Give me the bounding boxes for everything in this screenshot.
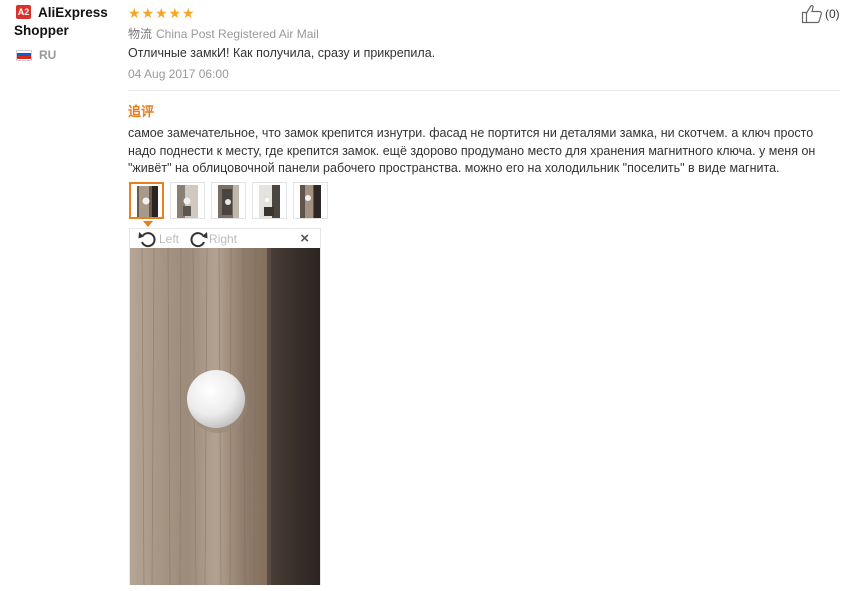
photo-thumbnail[interactable] — [293, 182, 328, 219]
photo-thumbnail[interactable] — [211, 182, 246, 219]
divider — [128, 90, 840, 91]
followup-title: 追评 — [128, 104, 155, 119]
helpful-count: (0) — [825, 7, 840, 21]
russia-flag-icon — [16, 49, 32, 61]
buyer-level-badge: A2 — [16, 5, 31, 19]
thumbnail-image — [300, 185, 321, 218]
close-icon[interactable]: × — [300, 230, 309, 247]
rotate-left-icon — [138, 231, 156, 247]
thumbnail-image — [218, 185, 239, 218]
photo-image — [130, 248, 320, 585]
reviewer-info: A2 AliExpress Shopper RU — [14, 4, 126, 62]
thumbnail-image — [177, 185, 198, 218]
rotate-right-icon — [190, 231, 208, 247]
photo-thumbnails — [129, 182, 334, 219]
star-icon: ★ — [182, 5, 195, 21]
star-icon: ★ — [141, 5, 155, 21]
photo-viewer: Left Right × — [129, 228, 321, 585]
review-photo — [130, 248, 320, 585]
thumbs-up-icon — [801, 5, 823, 24]
rotate-right-button[interactable]: Right — [188, 230, 237, 248]
rotate-left-button[interactable]: Left — [138, 230, 179, 248]
followup-text: самое замечательное, что замок крепится … — [128, 126, 816, 175]
country-code: RU — [39, 48, 57, 62]
photo-thumbnail[interactable] — [170, 182, 205, 219]
photo-thumbnail[interactable] — [129, 182, 164, 219]
thumbnail-image — [259, 185, 280, 218]
star-icon: ★ — [155, 5, 168, 21]
star-rating: ★★★★★ — [128, 5, 196, 22]
logistics-label: 物流 — [128, 27, 153, 41]
active-thumbnail-pointer — [143, 221, 153, 227]
review-text: Отличные замкИ! Как получила, сразу и пр… — [128, 46, 436, 60]
logistics-info: 物流 China Post Registered Air Mail — [128, 25, 319, 42]
helpful-button[interactable]: (0) — [801, 4, 840, 24]
star-icon: ★ — [168, 5, 182, 21]
thumbnail-image — [137, 186, 158, 217]
logistics-value: China Post Registered Air Mail — [156, 27, 319, 41]
reviewer-country: RU — [16, 48, 126, 62]
review-date: 04 Aug 2017 06:00 — [128, 67, 229, 81]
reviewer-name[interactable]: AliExpress Shopper — [14, 4, 126, 40]
viewer-toolbar: Left Right × — [130, 229, 320, 248]
star-icon: ★ — [128, 5, 141, 21]
photo-thumbnail[interactable] — [252, 182, 287, 219]
